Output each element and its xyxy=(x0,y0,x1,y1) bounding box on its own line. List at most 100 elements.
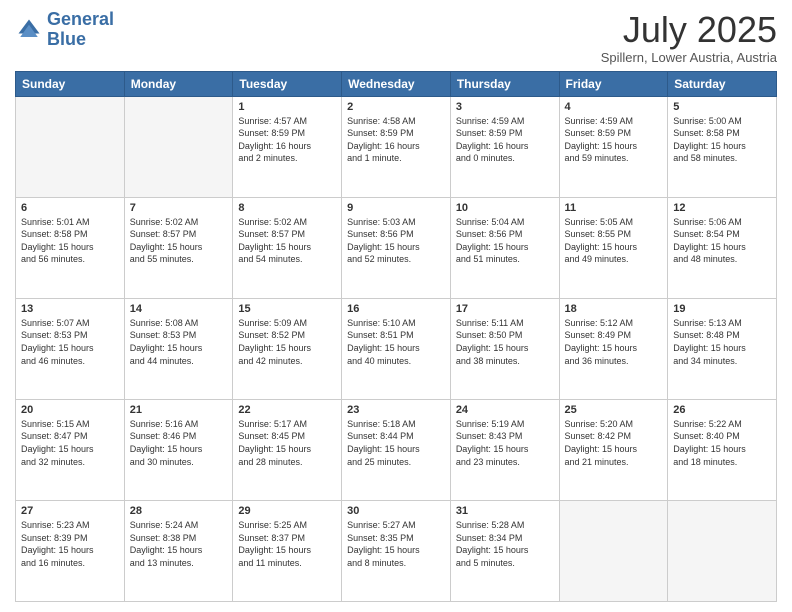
day-info: Sunrise: 5:28 AMSunset: 8:34 PMDaylight:… xyxy=(456,519,554,569)
day-info: Sunrise: 4:59 AMSunset: 8:59 PMDaylight:… xyxy=(456,115,554,165)
calendar-day-cell: 3 Sunrise: 4:59 AMSunset: 8:59 PMDaylight… xyxy=(450,96,559,197)
day-number: 27 xyxy=(21,505,119,517)
calendar-table: SundayMondayTuesdayWednesdayThursdayFrid… xyxy=(15,71,777,602)
calendar-day-cell: 8 Sunrise: 5:02 AMSunset: 8:57 PMDaylight… xyxy=(233,197,342,298)
day-number: 31 xyxy=(456,505,554,517)
calendar-day-cell: 25 Sunrise: 5:20 AMSunset: 8:42 PMDayligh… xyxy=(559,399,668,500)
day-number: 2 xyxy=(347,101,445,113)
day-info: Sunrise: 5:16 AMSunset: 8:46 PMDaylight:… xyxy=(130,418,228,468)
day-info: Sunrise: 5:12 AMSunset: 8:49 PMDaylight:… xyxy=(565,317,663,367)
day-number: 15 xyxy=(238,303,336,315)
calendar-day-cell: 12Sunrise: 5:06 AMSunset: 8:54 PMDayligh… xyxy=(668,197,777,298)
calendar-day-cell: 20 Sunrise: 5:15 AMSunset: 8:47 PMDayligh… xyxy=(16,399,125,500)
calendar-day-cell: 17 Sunrise: 5:11 AMSunset: 8:50 PMDayligh… xyxy=(450,298,559,399)
day-number: 21 xyxy=(130,404,228,416)
day-info: Sunrise: 4:59 AMSunset: 8:59 PMDaylight:… xyxy=(565,115,663,165)
day-info: Sunrise: 5:09 AMSunset: 8:52 PMDaylight:… xyxy=(238,317,336,367)
day-info: Sunrise: 5:03 AMSunset: 8:56 PMDaylight:… xyxy=(347,216,445,266)
day-info: Sunrise: 5:02 AMSunset: 8:57 PMDaylight:… xyxy=(238,216,336,266)
day-info: Sunrise: 5:01 AMSunset: 8:58 PMDaylight:… xyxy=(21,216,119,266)
logo-icon xyxy=(15,16,43,44)
day-number: 14 xyxy=(130,303,228,315)
day-number: 17 xyxy=(456,303,554,315)
day-info: Sunrise: 5:15 AMSunset: 8:47 PMDaylight:… xyxy=(21,418,119,468)
header: General Blue July 2025 Spillern, Lower A… xyxy=(15,10,777,65)
weekday-header: Wednesday xyxy=(342,71,451,96)
month-title: July 2025 xyxy=(601,10,777,50)
calendar-day-cell: 30 Sunrise: 5:27 AMSunset: 8:35 PMDayligh… xyxy=(342,500,451,601)
calendar-day-cell: 7 Sunrise: 5:02 AMSunset: 8:57 PMDaylight… xyxy=(124,197,233,298)
day-info: Sunrise: 5:20 AMSunset: 8:42 PMDaylight:… xyxy=(565,418,663,468)
calendar-day-cell: 24 Sunrise: 5:19 AMSunset: 8:43 PMDayligh… xyxy=(450,399,559,500)
day-info: Sunrise: 5:02 AMSunset: 8:57 PMDaylight:… xyxy=(130,216,228,266)
title-block: July 2025 Spillern, Lower Austria, Austr… xyxy=(601,10,777,65)
day-number: 25 xyxy=(565,404,663,416)
day-number: 5 xyxy=(673,101,771,113)
calendar-day-cell: 6Sunrise: 5:01 AMSunset: 8:58 PMDaylight… xyxy=(16,197,125,298)
day-number: 23 xyxy=(347,404,445,416)
day-number: 19 xyxy=(673,303,771,315)
calendar-day-cell: 31 Sunrise: 5:28 AMSunset: 8:34 PMDayligh… xyxy=(450,500,559,601)
day-info: Sunrise: 5:18 AMSunset: 8:44 PMDaylight:… xyxy=(347,418,445,468)
weekday-header: Friday xyxy=(559,71,668,96)
day-number: 26 xyxy=(673,404,771,416)
logo-text: General Blue xyxy=(47,10,114,50)
day-number: 24 xyxy=(456,404,554,416)
day-info: Sunrise: 5:08 AMSunset: 8:53 PMDaylight:… xyxy=(130,317,228,367)
calendar-day-cell: 10 Sunrise: 5:04 AMSunset: 8:56 PMDayligh… xyxy=(450,197,559,298)
day-number: 28 xyxy=(130,505,228,517)
weekday-header: Tuesday xyxy=(233,71,342,96)
day-number: 16 xyxy=(347,303,445,315)
calendar-day-cell: 11 Sunrise: 5:05 AMSunset: 8:55 PMDayligh… xyxy=(559,197,668,298)
day-info: Sunrise: 5:06 AMSunset: 8:54 PMDaylight:… xyxy=(673,216,771,266)
calendar-day-cell: 16 Sunrise: 5:10 AMSunset: 8:51 PMDayligh… xyxy=(342,298,451,399)
day-number: 3 xyxy=(456,101,554,113)
day-number: 9 xyxy=(347,202,445,214)
day-number: 7 xyxy=(130,202,228,214)
weekday-header: Thursday xyxy=(450,71,559,96)
day-info: Sunrise: 4:57 AMSunset: 8:59 PMDaylight:… xyxy=(238,115,336,165)
calendar-day-cell: 19Sunrise: 5:13 AMSunset: 8:48 PMDayligh… xyxy=(668,298,777,399)
day-number: 20 xyxy=(21,404,119,416)
calendar-day-cell: 22Sunrise: 5:17 AMSunset: 8:45 PMDayligh… xyxy=(233,399,342,500)
logo: General Blue xyxy=(15,10,114,50)
calendar-day-cell: 18 Sunrise: 5:12 AMSunset: 8:49 PMDayligh… xyxy=(559,298,668,399)
calendar-day-cell: 23 Sunrise: 5:18 AMSunset: 8:44 PMDayligh… xyxy=(342,399,451,500)
weekday-header: Saturday xyxy=(668,71,777,96)
day-number: 13 xyxy=(21,303,119,315)
calendar-day-cell: 4Sunrise: 4:59 AMSunset: 8:59 PMDaylight… xyxy=(559,96,668,197)
calendar-day-cell: 13 Sunrise: 5:07 AMSunset: 8:53 PMDayligh… xyxy=(16,298,125,399)
day-info: Sunrise: 4:58 AMSunset: 8:59 PMDaylight:… xyxy=(347,115,445,165)
day-info: Sunrise: 5:25 AMSunset: 8:37 PMDaylight:… xyxy=(238,519,336,569)
day-info: Sunrise: 5:22 AMSunset: 8:40 PMDaylight:… xyxy=(673,418,771,468)
calendar-day-cell: 28 Sunrise: 5:24 AMSunset: 8:38 PMDayligh… xyxy=(124,500,233,601)
calendar-day-cell: 27 Sunrise: 5:23 AMSunset: 8:39 PMDayligh… xyxy=(16,500,125,601)
empty-cell xyxy=(16,96,125,197)
day-number: 1 xyxy=(238,101,336,113)
day-info: Sunrise: 5:00 AMSunset: 8:58 PMDaylight:… xyxy=(673,115,771,165)
day-info: Sunrise: 5:07 AMSunset: 8:53 PMDaylight:… xyxy=(21,317,119,367)
day-info: Sunrise: 5:19 AMSunset: 8:43 PMDaylight:… xyxy=(456,418,554,468)
empty-cell xyxy=(559,500,668,601)
day-number: 29 xyxy=(238,505,336,517)
calendar-day-cell: 21 Sunrise: 5:16 AMSunset: 8:46 PMDayligh… xyxy=(124,399,233,500)
day-info: Sunrise: 5:11 AMSunset: 8:50 PMDaylight:… xyxy=(456,317,554,367)
empty-cell xyxy=(124,96,233,197)
calendar-day-cell: 15 Sunrise: 5:09 AMSunset: 8:52 PMDayligh… xyxy=(233,298,342,399)
day-number: 8 xyxy=(238,202,336,214)
calendar-day-cell: 2 Sunrise: 4:58 AMSunset: 8:59 PMDaylight… xyxy=(342,96,451,197)
day-info: Sunrise: 5:04 AMSunset: 8:56 PMDaylight:… xyxy=(456,216,554,266)
location-subtitle: Spillern, Lower Austria, Austria xyxy=(601,50,777,65)
day-number: 10 xyxy=(456,202,554,214)
day-number: 18 xyxy=(565,303,663,315)
day-info: Sunrise: 5:17 AMSunset: 8:45 PMDaylight:… xyxy=(238,418,336,468)
day-info: Sunrise: 5:23 AMSunset: 8:39 PMDaylight:… xyxy=(21,519,119,569)
day-info: Sunrise: 5:24 AMSunset: 8:38 PMDaylight:… xyxy=(130,519,228,569)
page: General Blue July 2025 Spillern, Lower A… xyxy=(0,0,792,612)
day-number: 11 xyxy=(565,202,663,214)
day-info: Sunrise: 5:05 AMSunset: 8:55 PMDaylight:… xyxy=(565,216,663,266)
calendar-day-cell: 9 Sunrise: 5:03 AMSunset: 8:56 PMDaylight… xyxy=(342,197,451,298)
day-info: Sunrise: 5:27 AMSunset: 8:35 PMDaylight:… xyxy=(347,519,445,569)
day-number: 30 xyxy=(347,505,445,517)
day-info: Sunrise: 5:10 AMSunset: 8:51 PMDaylight:… xyxy=(347,317,445,367)
